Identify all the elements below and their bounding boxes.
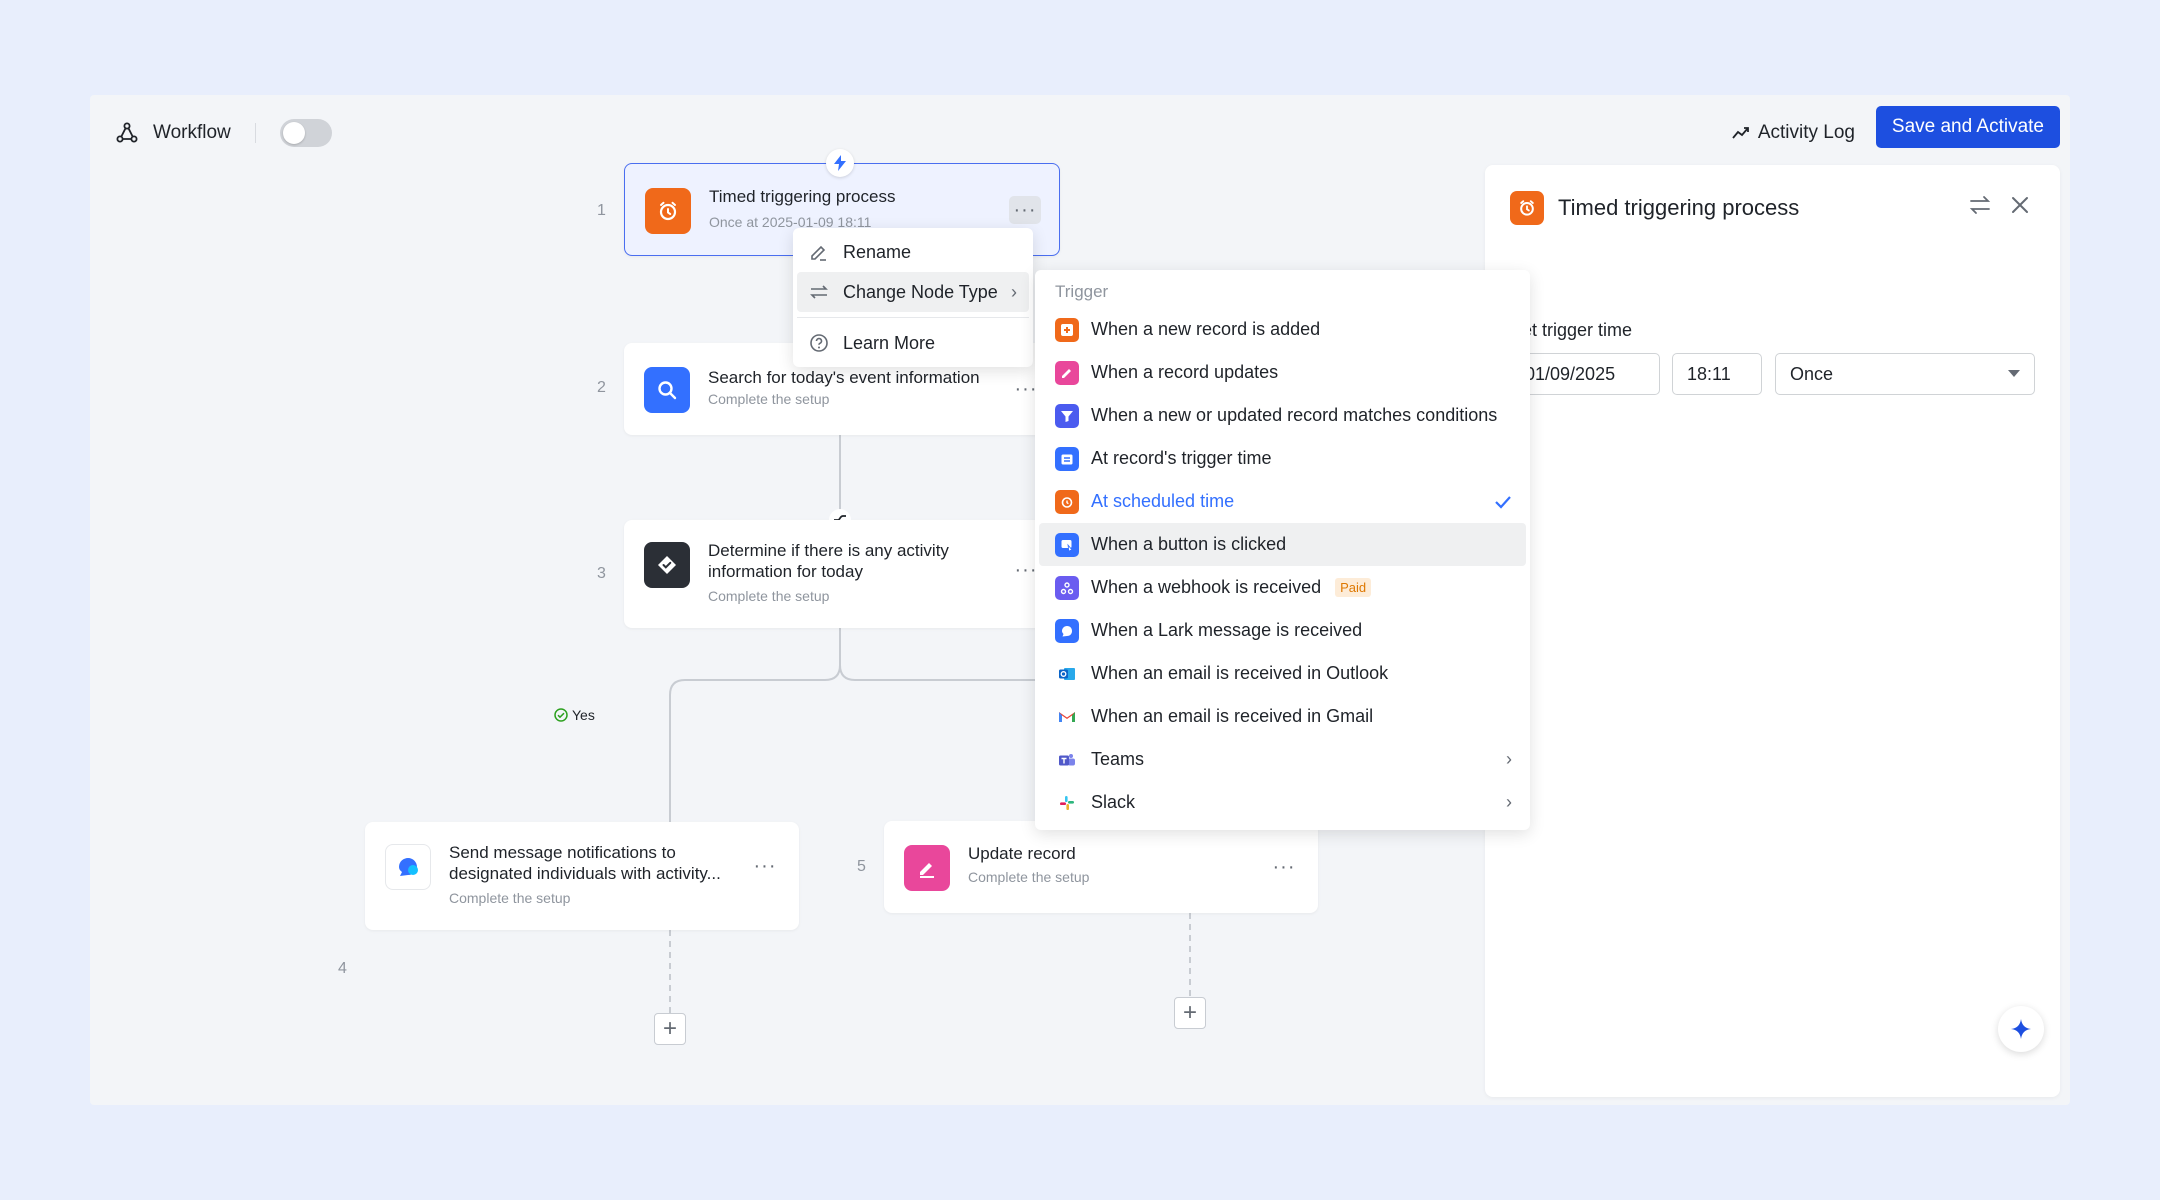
- node-title: Update record: [968, 844, 1076, 863]
- trigger-item-record-trigger-time[interactable]: At record's trigger time: [1039, 437, 1526, 480]
- lightning-icon: [826, 149, 854, 177]
- record-add-icon: [1055, 317, 1079, 342]
- node-number: 2: [597, 379, 606, 396]
- trigger-item-record-added[interactable]: When a new record is added: [1039, 308, 1526, 351]
- more-options-icon[interactable]: ···: [1268, 853, 1300, 881]
- node-subtitle: Complete the setup: [449, 890, 571, 906]
- activity-log-button[interactable]: Activity Log: [1732, 115, 1855, 151]
- chevron-right-icon: ›: [1506, 749, 1512, 769]
- trigger-item-record-updates[interactable]: When a record updates: [1039, 351, 1526, 394]
- gmail-icon: [1055, 705, 1079, 729]
- alarm-icon: [1055, 489, 1079, 514]
- node-update-record[interactable]: Update record Complete the setup ···: [884, 821, 1318, 913]
- close-icon[interactable]: [2008, 193, 2032, 217]
- menu-item-rename[interactable]: Rename: [797, 232, 1029, 272]
- node-subtitle: Complete the setup: [968, 869, 1090, 885]
- add-node-button[interactable]: +: [1174, 997, 1206, 1029]
- trigger-item-slack[interactable]: Slack ›: [1039, 781, 1526, 824]
- node-title-line1: Send message notifications to: [449, 843, 676, 862]
- node-number: 1: [597, 202, 606, 219]
- node-title: Search for today's event information: [708, 368, 980, 387]
- node-title: Timed triggering process: [709, 187, 896, 206]
- outlook-icon: [1055, 662, 1079, 686]
- node-title-line2: information for today: [708, 562, 863, 581]
- chevron-right-icon: ›: [1506, 792, 1512, 812]
- node-title-line1: Determine if there is any activity: [708, 541, 949, 560]
- pencil-icon: [904, 845, 950, 891]
- node-number: 5: [857, 858, 866, 875]
- branch-yes-label: Yes: [554, 707, 595, 723]
- trigger-item-record-matches[interactable]: When a new or updated record matches con…: [1039, 394, 1526, 437]
- calendar-icon: [1055, 446, 1079, 471]
- node-send-message[interactable]: Send message notifications to designated…: [365, 822, 799, 930]
- panel-title: Timed triggering process: [1558, 195, 1800, 220]
- workflow-app: 1 Timed triggering process Once at 2025-…: [90, 95, 2070, 1105]
- webhook-icon: [1055, 575, 1079, 600]
- node-config-panel: Timed triggering process Set trigger tim…: [1485, 165, 2060, 1097]
- edit-icon: [811, 245, 826, 261]
- chevron-right-icon: ›: [1011, 281, 1017, 302]
- check-circle-icon: [554, 708, 568, 722]
- filter-icon: [1055, 403, 1079, 428]
- swap-icon: [810, 285, 828, 299]
- trigger-item-lark-message[interactable]: When a Lark message is received: [1039, 609, 1526, 652]
- node-number: 4: [338, 960, 347, 977]
- time-field[interactable]: 18:11: [1672, 353, 1762, 395]
- teams-icon: [1055, 748, 1079, 772]
- node-determine-activity[interactable]: Determine if there is any activity infor…: [624, 520, 1060, 628]
- page-title: Workflow: [153, 122, 231, 143]
- header-left: Workflow: [115, 115, 332, 151]
- search-icon: [644, 367, 690, 413]
- node-number: 3: [597, 565, 606, 582]
- trigger-item-gmail[interactable]: When an email is received in Gmail: [1039, 695, 1526, 738]
- submenu-heading: Trigger: [1055, 282, 1109, 301]
- repeat-select[interactable]: Once: [1775, 353, 2035, 395]
- check-icon: [1495, 495, 1511, 509]
- workflow-icon: [116, 122, 138, 143]
- node-context-menu: Rename Change Node Type › Learn More: [793, 228, 1033, 367]
- help-icon: [810, 334, 828, 352]
- alarm-icon: [1510, 191, 1544, 225]
- save-and-activate-button[interactable]: Save and Activate: [1875, 106, 2060, 148]
- trigger-item-webhook[interactable]: When a webhook is received Paid: [1039, 566, 1526, 609]
- caret-down-icon: [2008, 370, 2020, 377]
- ai-assistant-button[interactable]: [1998, 1006, 2044, 1052]
- button-click-icon: [1055, 532, 1079, 557]
- lark-message-icon: [1055, 618, 1079, 643]
- slack-icon: [1055, 791, 1079, 815]
- menu-divider: [797, 317, 1029, 318]
- alarm-icon: [645, 188, 691, 234]
- workflow-toggle[interactable]: [279, 119, 332, 147]
- node-subtitle: Complete the setup: [708, 391, 830, 407]
- trigger-item-outlook[interactable]: When an email is received in Outlook: [1039, 652, 1526, 695]
- menu-item-change-node-type[interactable]: Change Node Type ›: [797, 272, 1029, 312]
- paid-badge: Paid: [1335, 578, 1372, 597]
- menu-item-learn-more[interactable]: Learn More: [797, 323, 1029, 363]
- more-options-icon[interactable]: ···: [1009, 196, 1041, 224]
- add-node-button[interactable]: +: [654, 1013, 686, 1045]
- trend-icon: [1732, 127, 1749, 139]
- lark-message-icon: [385, 844, 431, 890]
- trigger-type-submenu: Trigger When a new record is added When …: [1035, 270, 1530, 830]
- sparkle-icon: [2011, 1019, 2031, 1039]
- trigger-item-teams[interactable]: Teams ›: [1039, 738, 1526, 781]
- trigger-item-button-clicked[interactable]: When a button is clicked: [1039, 523, 1526, 566]
- header-divider: [254, 123, 256, 143]
- node-title-line2: designated individuals with activity...: [449, 864, 721, 883]
- more-options-icon[interactable]: ···: [749, 852, 781, 880]
- trigger-item-scheduled-time[interactable]: At scheduled time: [1039, 480, 1526, 523]
- swap-icon[interactable]: [1968, 193, 1992, 217]
- node-subtitle: Complete the setup: [708, 588, 830, 604]
- date-field[interactable]: 01/09/2025: [1510, 353, 1660, 395]
- repeat-select-value: Once: [1790, 363, 1834, 384]
- condition-icon: [644, 542, 690, 588]
- pencil-icon: [1055, 360, 1079, 385]
